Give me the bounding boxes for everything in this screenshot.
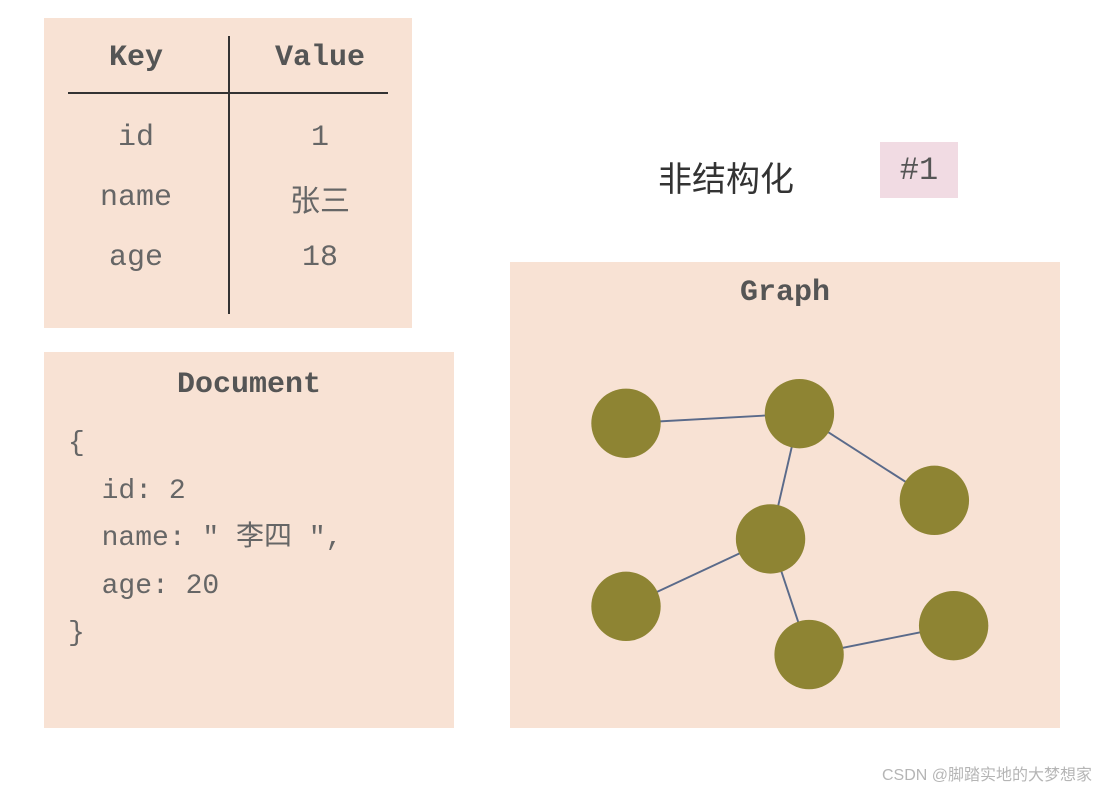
doc-line-age: age: 20 [68,571,219,602]
graph-node [919,591,988,660]
doc-line-id: id: 2 [68,476,186,507]
document-title: Document [68,368,430,402]
graph-svg [520,310,1050,710]
graph-title: Graph [520,276,1050,310]
key-value-table-panel: Key Value id 1 name 张三 age 18 [44,18,412,328]
doc-line-open: { [68,428,85,459]
kv-header-value: Value [228,41,412,75]
unstructured-label: 非结构化 [658,152,794,201]
doc-line-name: name: " 李四 ", [68,523,342,554]
hash-badge: #1 [880,142,958,198]
kv-key-cell: age [44,241,228,275]
document-body: { id: 2 name: " 李四 ", age: 20 } [68,420,430,658]
doc-line-close: } [68,618,85,649]
document-panel: Document { id: 2 name: " 李四 ", age: 20 } [44,352,454,728]
kv-key-cell: id [44,121,228,155]
kv-vertical-rule [228,36,230,314]
graph-node [900,466,969,535]
graph-node [591,572,660,641]
kv-value-cell: 18 [228,241,412,275]
kv-value-cell: 张三 [228,176,412,221]
graph-node [591,389,660,458]
graph-node [736,504,805,573]
kv-value-cell: 1 [228,121,412,155]
watermark-text: CSDN @脚踏实地的大梦想家 [882,761,1092,785]
graph-node [774,620,843,689]
kv-key-cell: name [44,181,228,215]
graph-panel: Graph [510,262,1060,728]
graph-node [765,379,834,448]
kv-header-key: Key [44,41,228,75]
